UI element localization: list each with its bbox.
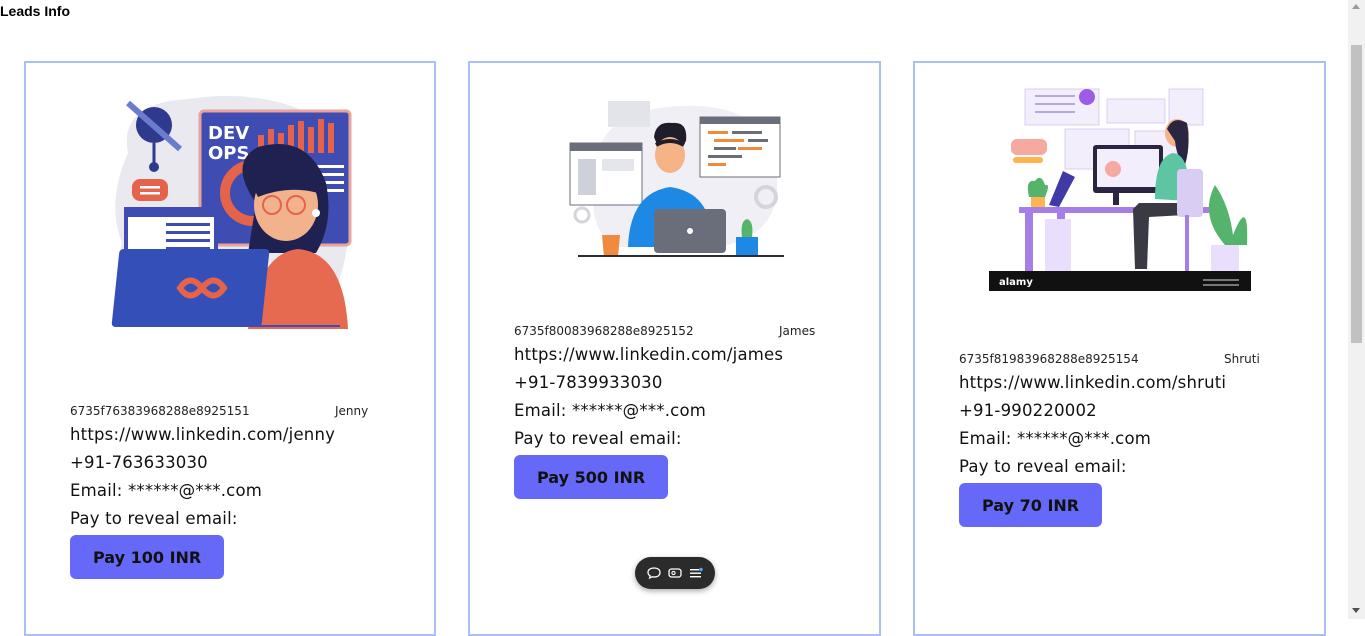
masked-email: Email: ******@***.com — [514, 401, 707, 420]
lead-name: James — [779, 324, 816, 338]
phone-number: +91-7839933030 — [514, 373, 663, 392]
pay-button[interactable]: Pay 500 INR — [514, 455, 669, 499]
pay-button[interactable]: Pay 70 INR — [959, 483, 1103, 527]
lead-card-james: 6735f80083968288e8925152 James https://w… — [468, 61, 881, 636]
linkedin-link[interactable]: https://www.linkedin.com/jenny — [70, 421, 368, 449]
svg-text:DEV: DEV — [208, 123, 249, 144]
svg-text:OPS: OPS — [208, 143, 249, 164]
lead-id: 6735f76383968288e8925151 — [70, 404, 250, 418]
woman-at-desk-illustration: alamy — [989, 85, 1251, 291]
pay-button[interactable]: Pay 100 INR — [70, 535, 225, 579]
developer-laptop-illustration — [569, 101, 784, 257]
scroll-thumb[interactable] — [1351, 45, 1362, 343]
caption-icon[interactable] — [667, 565, 683, 581]
phone-number: +91-990220002 — [959, 401, 1097, 420]
vertical-scrollbar[interactable] — [1348, 0, 1365, 619]
devops-woman-illustration: DEV OPS — [111, 96, 352, 329]
lead-id: 6735f80083968288e8925152 — [514, 324, 694, 338]
masked-email: Email: ******@***.com — [959, 429, 1152, 448]
floating-toolbar — [635, 557, 715, 589]
masked-email: Email: ******@***.com — [70, 481, 263, 500]
linkedin-link[interactable]: https://www.linkedin.com/shruti — [959, 369, 1260, 397]
lead-name: Jenny — [335, 404, 369, 418]
lead-id: 6735f81983968288e8925154 — [959, 352, 1139, 366]
reveal-email-label: Pay to reveal email: — [70, 509, 238, 528]
lead-name: Shruti — [1224, 352, 1260, 366]
scroll-up-icon[interactable] — [1352, 4, 1360, 9]
reveal-email-label: Pay to reveal email: — [959, 457, 1127, 476]
reveal-email-label: Pay to reveal email: — [514, 429, 682, 448]
lead-card-shruti: alamy 6735f81983968288e8925154 Shruti ht… — [913, 61, 1326, 636]
linkedin-link[interactable]: https://www.linkedin.com/james — [514, 341, 815, 369]
menu-icon[interactable] — [688, 565, 704, 581]
page-title: Leads Info — [0, 3, 71, 19]
phone-number: +91-763633030 — [70, 453, 208, 472]
chat-icon[interactable] — [646, 565, 662, 581]
svg-text:alamy: alamy — [999, 277, 1033, 288]
scroll-down-icon[interactable] — [1352, 608, 1360, 613]
lead-card-jenny: DEV OPS 6735f76383968288e8925151 Jenny h… — [24, 61, 436, 636]
